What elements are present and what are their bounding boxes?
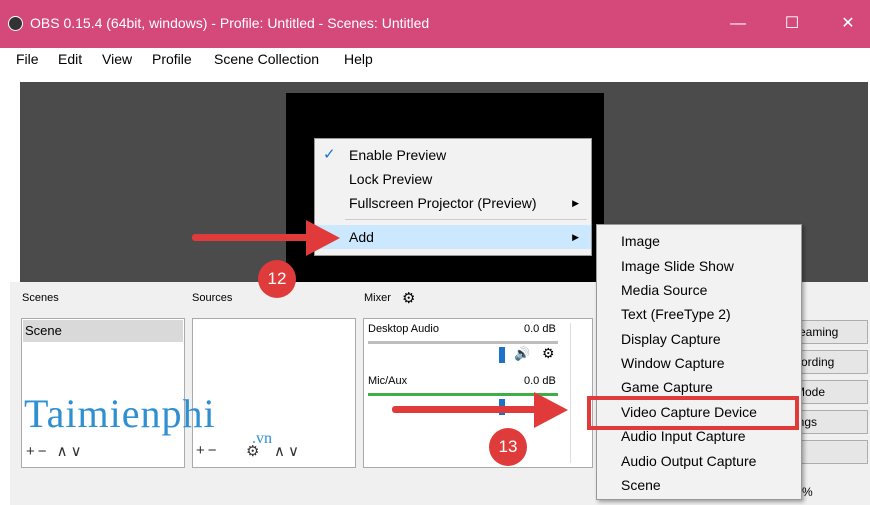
preview-context-menu: ✓ Enable Preview Lock Preview Fullscreen… (314, 138, 592, 256)
submenu-item-audio-output-capture[interactable]: Audio Output Capture (597, 449, 801, 473)
step-badge-12: 12 (258, 260, 296, 298)
mixer-channel-1-meter (368, 341, 558, 344)
obs-app-icon (8, 16, 23, 31)
menu-item-enable-preview[interactable]: ✓ Enable Preview (315, 143, 591, 167)
title-bar: OBS 0.15.4 (64bit, windows) - Profile: U… (0, 0, 870, 48)
checkmark-icon: ✓ (323, 146, 336, 163)
source-move-arrows[interactable]: ∧∨ (274, 442, 302, 460)
menu-separator (345, 219, 587, 220)
step-badge-13: 13 (489, 428, 527, 466)
submenu-arrow-icon: ▶ (572, 232, 579, 242)
menu-profile[interactable]: Profile (152, 51, 192, 67)
maximize-button[interactable]: ☐ (772, 8, 812, 40)
watermark: Taimienphi (24, 391, 216, 436)
menu-edit[interactable]: Edit (58, 51, 82, 67)
submenu-item-image-slide-show[interactable]: Image Slide Show (597, 254, 801, 278)
annotation-arrow-13-head (534, 392, 568, 428)
mixer-channel-1-slider[interactable] (499, 347, 505, 363)
annotation-arrow-12-shaft (192, 234, 310, 241)
menu-item-fullscreen-projector[interactable]: Fullscreen Projector (Preview) ▶ (315, 191, 591, 215)
window-title: OBS 0.15.4 (64bit, windows) - Profile: U… (30, 15, 430, 31)
watermark-suffix: .vn (252, 430, 272, 447)
menu-bar: File Edit View Profile Scene Collection … (0, 48, 870, 72)
scene-tools[interactable]: +− ∧∨ (26, 442, 85, 460)
annotation-arrow-12-head (306, 220, 340, 256)
channel-1-gear-icon[interactable]: ⚙ (542, 345, 555, 362)
scenes-label: Scenes (22, 292, 59, 304)
mixer-channel-2-name: Mic/Aux (368, 375, 408, 387)
menu-item-add[interactable]: Add ▶ (315, 225, 591, 249)
sources-label: Sources (192, 292, 233, 304)
source-add-remove[interactable]: +− (196, 442, 220, 459)
scene-item[interactable]: Scene (23, 320, 183, 342)
mixer-channel-2-meter (368, 393, 558, 396)
close-button[interactable]: ✕ (828, 8, 868, 40)
menu-scene-collection[interactable]: Scene Collection (214, 51, 319, 67)
submenu-item-scene[interactable]: Scene (597, 473, 801, 497)
mixer-label: Mixer (364, 292, 391, 304)
menu-help[interactable]: Help (344, 51, 373, 67)
highlight-box (587, 396, 799, 430)
submenu-item-display-capture[interactable]: Display Capture (597, 327, 801, 351)
menu-item-lock-preview[interactable]: Lock Preview (315, 167, 591, 191)
speaker-icon[interactable]: 🔊 (514, 346, 530, 362)
submenu-item-window-capture[interactable]: Window Capture (597, 351, 801, 375)
annotation-arrow-13-shaft (392, 406, 538, 413)
submenu-item-image[interactable]: Image (597, 229, 801, 253)
submenu-arrow-icon: ▶ (572, 198, 579, 208)
submenu-item-text-freetype[interactable]: Text (FreeType 2) (597, 302, 801, 326)
mixer-gear-icon[interactable]: ⚙ (402, 289, 415, 307)
mixer-channel-1-db: 0.0 dB (524, 323, 556, 335)
mixer-scrollbar[interactable] (570, 323, 585, 463)
status-percent: % (802, 485, 813, 499)
mixer-channel-1-name: Desktop Audio (368, 323, 439, 335)
menu-view[interactable]: View (102, 51, 132, 67)
mixer-channel-2-db: 0.0 dB (524, 375, 556, 387)
minimize-button[interactable]: — (718, 8, 758, 40)
submenu-item-media-source[interactable]: Media Source (597, 278, 801, 302)
add-submenu: Image Image Slide Show Media Source Text… (596, 224, 802, 500)
menu-file[interactable]: File (16, 51, 39, 67)
